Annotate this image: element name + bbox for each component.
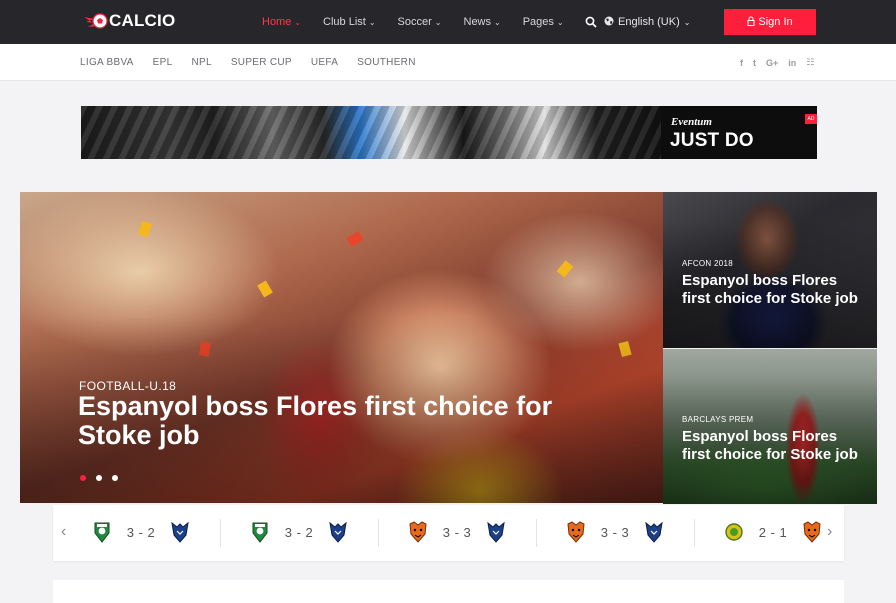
nav-pages-label: Pages [522, 16, 554, 28]
card-title[interactable]: Espanyol boss Flores first choice for St… [682, 428, 862, 464]
match-score: 3 - 3 [442, 525, 472, 540]
green-shield-crest-icon [94, 522, 110, 543]
match-result[interactable]: 3 - 3 [537, 505, 695, 561]
lock-icon [747, 16, 755, 29]
side-news-card[interactable]: BARCLAYS PREM Espanyol boss Flores first… [663, 349, 877, 504]
match-scores-carousel: ‹ › 3 - 2 3 - 2 3 - 3 3 - 3 2 - 1 [53, 505, 844, 561]
league-link-npl[interactable]: NPL [191, 57, 211, 68]
flaming-football-icon [82, 11, 108, 31]
chevron-down-icon: ⌄ [368, 17, 376, 27]
match-result[interactable]: 3 - 2 [63, 505, 221, 561]
top-navigation-bar: CALCIO Home ⌄ Club List ⌄ Soccer ⌄ News … [0, 0, 896, 44]
globe-icon [604, 16, 614, 29]
advertisement-banner[interactable]: Eventum JUST DO AD [81, 106, 817, 159]
facebook-icon[interactable]: f [740, 58, 743, 68]
blue-wolf-crest-icon [329, 521, 347, 543]
nav-home-label: Home [262, 16, 292, 28]
league-bar: LIGA BBVA EPL NPL SUPER CUP UEFA SOUTHER… [0, 44, 896, 81]
league-link-super-cup[interactable]: SUPER CUP [231, 57, 292, 68]
league-link-epl[interactable]: EPL [153, 57, 173, 68]
match-score: 3 - 3 [600, 525, 630, 540]
green-shield-crest-icon [252, 522, 268, 543]
main-menu: Home ⌄ Club List ⌄ Soccer ⌄ News ⌄ Pages… [262, 0, 586, 44]
nav-club-list[interactable]: Club List ⌄ [323, 16, 376, 28]
blue-wolf-crest-icon [645, 521, 663, 543]
site-logo[interactable]: CALCIO [82, 11, 175, 31]
hero-title[interactable]: Espanyol boss Flores first choice for St… [78, 392, 598, 450]
match-score: 2 - 1 [758, 525, 788, 540]
language-selector[interactable]: English (UK) ⌄ [604, 0, 690, 44]
chevron-down-icon: ⌄ [556, 17, 564, 27]
tiger-crest-icon [567, 521, 585, 543]
card-category: BARCLAYS PREM [682, 415, 754, 424]
league-link-uefa[interactable]: UEFA [311, 57, 338, 68]
search-icon[interactable] [585, 15, 597, 33]
nav-club-list-label: Club List [323, 16, 366, 28]
side-news-card[interactable]: AFCON 2018 Espanyol boss Flores first ch… [663, 192, 877, 348]
nav-news[interactable]: News ⌄ [464, 16, 501, 28]
chevron-down-icon: ⌄ [294, 17, 302, 27]
league-link-liga-bbva[interactable]: LIGA BBVA [80, 57, 134, 68]
nav-home[interactable]: Home ⌄ [262, 16, 301, 28]
social-links: f t G+ in ☷ [740, 44, 824, 81]
hero-slider[interactable]: FOOTBALL-U.18 Espanyol boss Flores first… [20, 192, 663, 503]
linkedin-icon[interactable]: in [788, 58, 796, 68]
ad-slogan: JUST DO [670, 130, 754, 151]
slider-dots [80, 475, 128, 481]
chevron-down-icon: ⌄ [434, 17, 442, 27]
match-result[interactable]: 2 - 1 [695, 505, 853, 561]
match-score: 3 - 2 [126, 525, 156, 540]
nav-pages[interactable]: Pages ⌄ [523, 16, 564, 28]
nav-news-label: News [463, 16, 492, 28]
sign-in-label: Sign In [758, 16, 793, 28]
slider-dot-3[interactable] [112, 475, 118, 481]
yellow-green-crest-icon [725, 523, 743, 541]
blue-wolf-crest-icon [171, 521, 189, 543]
language-label: English (UK) [618, 16, 680, 28]
rss-icon[interactable]: ☷ [806, 57, 814, 68]
twitter-icon[interactable]: t [753, 58, 756, 68]
league-link-southern[interactable]: SOUTHERN [357, 57, 416, 68]
tiger-crest-icon [409, 521, 427, 543]
league-links: LIGA BBVA EPL NPL SUPER CUP UEFA SOUTHER… [80, 44, 435, 81]
nav-soccer[interactable]: Soccer ⌄ [398, 16, 442, 28]
card-image [663, 192, 877, 348]
slider-dot-1[interactable] [80, 475, 86, 481]
ad-shoes-image [81, 106, 681, 159]
ad-brand: Eventum [671, 116, 712, 128]
google-plus-icon[interactable]: G+ [766, 58, 778, 68]
match-result[interactable]: 3 - 3 [379, 505, 537, 561]
tiger-crest-icon [803, 521, 821, 543]
match-score: 3 - 2 [284, 525, 314, 540]
card-image [663, 349, 877, 504]
chevron-down-icon: ⌄ [683, 17, 691, 27]
hero-image [20, 192, 663, 503]
content-panel [53, 580, 844, 603]
blue-wolf-crest-icon [487, 521, 505, 543]
card-category: AFCON 2018 [682, 259, 734, 268]
sign-in-button[interactable]: Sign In [724, 9, 816, 35]
match-result[interactable]: 3 - 2 [221, 505, 379, 561]
chevron-down-icon: ⌄ [494, 17, 501, 27]
nav-soccer-label: Soccer [397, 16, 432, 28]
slider-dot-2[interactable] [96, 475, 102, 481]
ad-label-badge: AD [805, 114, 817, 124]
card-title[interactable]: Espanyol boss Flores first choice for St… [682, 272, 862, 308]
site-name: CALCIO [109, 11, 176, 30]
